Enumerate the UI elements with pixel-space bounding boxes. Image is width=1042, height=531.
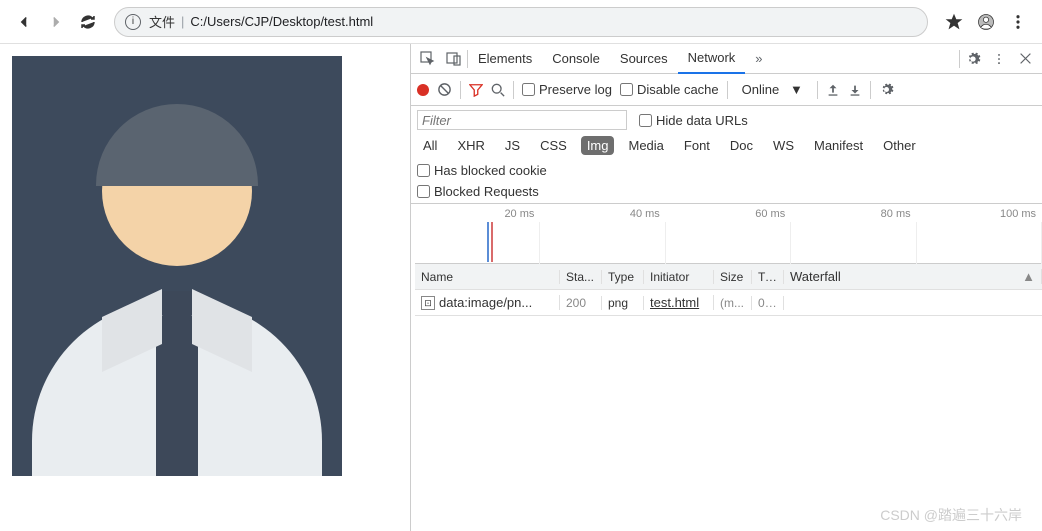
- network-request-table: Name Sta... Type Initiator Size Ti... Wa…: [415, 264, 1042, 531]
- timeline-overview[interactable]: 20 ms 40 ms 60 ms 80 ms 100 ms: [415, 204, 1042, 264]
- blocked-requests-checkbox[interactable]: Blocked Requests: [417, 184, 539, 199]
- avatar-image: [12, 56, 342, 476]
- timeline-marker-load: [491, 222, 493, 262]
- image-file-icon: ⊡: [421, 296, 435, 310]
- forward-button[interactable]: [40, 6, 72, 38]
- close-devtools-icon[interactable]: [1012, 52, 1038, 65]
- settings-gear-icon[interactable]: [960, 51, 986, 67]
- filter-type-css[interactable]: CSS: [534, 136, 573, 155]
- page-viewport: [0, 44, 410, 531]
- filter-type-doc[interactable]: Doc: [724, 136, 759, 155]
- clear-icon[interactable]: [437, 82, 452, 97]
- download-har-icon[interactable]: [848, 83, 862, 97]
- filter-input[interactable]: [417, 110, 627, 130]
- tab-elements[interactable]: Elements: [468, 44, 542, 74]
- url-path: C:/Users/CJP/Desktop/test.html: [190, 14, 373, 29]
- disable-cache-checkbox[interactable]: Disable cache: [620, 82, 719, 97]
- back-button[interactable]: [8, 6, 40, 38]
- filter-type-other[interactable]: Other: [877, 136, 922, 155]
- devtools-panel: Elements Console Sources Network » Prese…: [410, 44, 1042, 531]
- hide-data-urls-checkbox[interactable]: Hide data URLs: [639, 113, 748, 128]
- filter-type-img[interactable]: Img: [581, 136, 615, 155]
- col-name[interactable]: Name: [415, 270, 560, 284]
- browser-toolbar: i 文件 | C:/Users/CJP/Desktop/test.html: [0, 0, 1042, 44]
- network-filter-bar: Hide data URLs All XHR JS CSS Img Media …: [411, 106, 1042, 204]
- filter-type-all[interactable]: All: [417, 136, 443, 155]
- table-row[interactable]: ⊡data:image/pn... 200 png test.html (m..…: [415, 290, 1042, 316]
- timeline-marker-domcontent: [487, 222, 489, 262]
- watermark-text: CSDN @踏遍三十六岸: [880, 505, 1022, 525]
- info-icon: i: [125, 14, 141, 30]
- reload-button[interactable]: [72, 6, 104, 38]
- has-blocked-cookies-checkbox[interactable]: Has blocked cookie: [417, 163, 547, 178]
- filter-type-font[interactable]: Font: [678, 136, 716, 155]
- profile-icon[interactable]: [970, 6, 1002, 38]
- more-tabs-icon[interactable]: »: [745, 44, 772, 74]
- bookmark-star-icon[interactable]: [938, 6, 970, 38]
- search-icon[interactable]: [491, 83, 505, 97]
- col-time[interactable]: Ti...: [752, 270, 784, 284]
- devtools-tabbar: Elements Console Sources Network »: [411, 44, 1042, 74]
- tab-sources[interactable]: Sources: [610, 44, 678, 74]
- table-header: Name Sta... Type Initiator Size Ti... Wa…: [415, 264, 1042, 290]
- tab-console[interactable]: Console: [542, 44, 610, 74]
- device-toggle-icon[interactable]: [441, 51, 467, 67]
- upload-har-icon[interactable]: [826, 83, 840, 97]
- filter-type-ws[interactable]: WS: [767, 136, 800, 155]
- preserve-log-checkbox[interactable]: Preserve log: [522, 82, 612, 97]
- filter-type-media[interactable]: Media: [622, 136, 669, 155]
- record-button[interactable]: [417, 84, 429, 96]
- network-settings-gear-icon[interactable]: [879, 82, 894, 97]
- col-initiator[interactable]: Initiator: [644, 270, 714, 284]
- col-status[interactable]: Sta...: [560, 270, 602, 284]
- kebab-icon[interactable]: [986, 52, 1012, 66]
- filter-icon[interactable]: [469, 83, 483, 97]
- col-size[interactable]: Size: [714, 270, 752, 284]
- url-scheme-label: 文件: [149, 12, 175, 31]
- col-type[interactable]: Type: [602, 270, 644, 284]
- filter-type-js[interactable]: JS: [499, 136, 526, 155]
- menu-dots-icon[interactable]: [1002, 6, 1034, 38]
- filter-type-manifest[interactable]: Manifest: [808, 136, 869, 155]
- tab-network[interactable]: Network: [678, 44, 746, 74]
- inspect-icon[interactable]: [415, 51, 441, 67]
- filter-type-xhr[interactable]: XHR: [451, 136, 490, 155]
- throttling-select[interactable]: Online ▼: [736, 80, 809, 99]
- col-waterfall[interactable]: Waterfall▲: [784, 269, 1042, 284]
- network-controls: Preserve log Disable cache Online ▼: [411, 74, 1042, 106]
- address-bar[interactable]: i 文件 | C:/Users/CJP/Desktop/test.html: [114, 7, 928, 37]
